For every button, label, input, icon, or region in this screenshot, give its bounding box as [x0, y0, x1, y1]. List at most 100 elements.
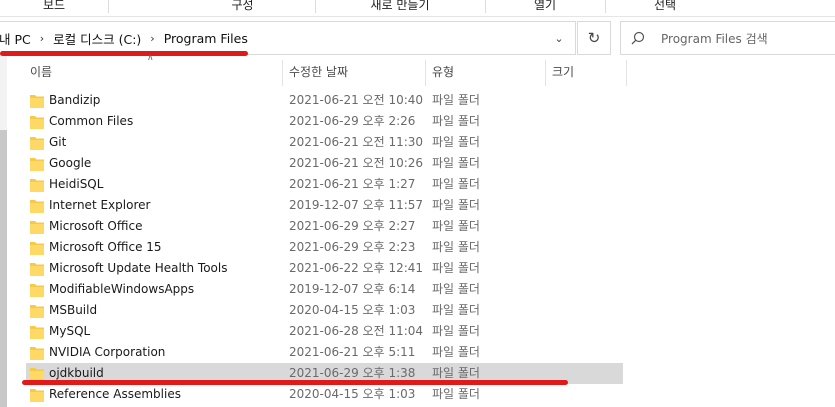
- table-row[interactable]: ModifiableWindowsApps 2019-12-07 오후 6:14 파…: [26, 279, 623, 300]
- table-row[interactable]: Internet Explorer 2019-12-07 오후 11:57 파일 폴…: [26, 195, 623, 216]
- table-row[interactable]: Google 2021-06-21 오전 10:26 파일 폴더: [26, 153, 623, 174]
- file-type: 파일 폴더: [432, 303, 480, 317]
- column-divider[interactable]: [626, 60, 627, 86]
- column-header-type[interactable]: 유형: [432, 56, 542, 86]
- ribbon-group-select[interactable]: 선택: [605, 0, 725, 13]
- file-date: 2021-06-22 오후 12:41: [289, 261, 424, 275]
- file-name: MySQL: [49, 324, 91, 338]
- folder-icon: [30, 263, 44, 276]
- ribbon: 보드 구성 새로 만들기 열기 선택: [0, 0, 835, 17]
- file-name: Google: [49, 156, 92, 170]
- file-name: Microsoft Update Health Tools: [49, 261, 228, 275]
- table-row[interactable]: Git 2021-06-21 오전 11:30 파일 폴더: [26, 132, 623, 153]
- file-name: Microsoft Office 15: [49, 240, 162, 254]
- file-date: 2021-06-21 오후 5:11: [289, 345, 416, 359]
- address-toolbar: 내 PC › 로컬 디스크 (C:) › Program Files ⌄ ↻ P…: [0, 21, 835, 55]
- folder-icon: [30, 368, 44, 381]
- folder-icon: [30, 221, 44, 234]
- table-row[interactable]: Microsoft Office 15 2021-06-29 오후 2:23 파일 …: [26, 237, 623, 258]
- folder-icon: [30, 242, 44, 255]
- file-type: 파일 폴더: [432, 156, 480, 170]
- file-type: 파일 폴더: [432, 345, 480, 359]
- ribbon-group-organize[interactable]: 구성: [170, 0, 316, 13]
- folder-icon: [30, 95, 44, 108]
- column-divider[interactable]: [425, 60, 426, 86]
- table-row[interactable]: Common Files 2021-06-29 오후 2:26 파일 폴더: [26, 111, 623, 132]
- file-name: Internet Explorer: [49, 198, 151, 212]
- folder-icon: [30, 179, 44, 192]
- column-header-name[interactable]: 이름: [30, 56, 280, 86]
- search-box[interactable]: Program Files 검색: [620, 21, 835, 55]
- file-date: 2021-06-29 오후 2:23: [289, 240, 416, 254]
- refresh-button[interactable]: ↻: [577, 21, 611, 55]
- navigation-pane-edge: [0, 56, 7, 407]
- table-row[interactable]: Microsoft Office 2021-06-29 오후 2:27 파일 폴더: [26, 216, 623, 237]
- chevron-down-icon[interactable]: ⌄: [551, 30, 567, 46]
- file-date: 2021-06-21 오전 10:26: [289, 156, 424, 170]
- file-date: 2019-12-07 오후 6:14: [289, 282, 416, 296]
- file-type: 파일 폴더: [432, 261, 480, 275]
- file-name: HeidiSQL: [49, 177, 104, 191]
- column-divider[interactable]: [282, 60, 283, 86]
- file-date: 2019-12-07 오후 11:57: [289, 198, 424, 212]
- folder-icon: [30, 137, 44, 150]
- file-name: Microsoft Office: [49, 219, 143, 233]
- file-date: 2021-06-21 오전 11:30: [289, 135, 424, 149]
- column-header-date[interactable]: 수정한 날짜: [289, 56, 419, 86]
- folder-icon: [30, 116, 44, 129]
- table-row[interactable]: Reference Assemblies 2020-04-15 오후 1:03 파일…: [26, 384, 623, 405]
- file-type: 파일 폴더: [432, 282, 480, 296]
- folder-icon: [30, 389, 44, 402]
- folder-icon: [30, 326, 44, 339]
- file-type: 파일 폴더: [432, 240, 480, 254]
- ribbon-group-open[interactable]: 열기: [485, 0, 606, 13]
- search-icon: [631, 31, 645, 45]
- file-date: 2020-04-15 오후 1:03: [289, 387, 416, 401]
- table-row[interactable]: Microsoft Update Health Tools 2021-06-22 …: [26, 258, 623, 279]
- column-header-size[interactable]: 크기: [552, 56, 622, 86]
- file-date: 2021-06-21 오전 10:40: [289, 93, 424, 107]
- file-type: 파일 폴더: [432, 135, 480, 149]
- ribbon-group-clipboard[interactable]: 보드: [0, 0, 109, 13]
- file-type: 파일 폴더: [432, 324, 480, 338]
- column-divider[interactable]: [545, 60, 546, 86]
- file-name: Git: [49, 135, 67, 149]
- table-row[interactable]: MSBuild 2020-04-15 오후 1:03 파일 폴더: [26, 300, 623, 321]
- table-row[interactable]: MySQL 2021-06-28 오전 11:04 파일 폴더: [26, 321, 623, 342]
- file-name: Reference Assemblies: [49, 387, 181, 401]
- folder-icon: [30, 200, 44, 213]
- file-date: 2021-06-28 오전 11:04: [289, 324, 424, 338]
- chevron-right-icon[interactable]: ›: [150, 32, 154, 45]
- file-name: ModifiableWindowsApps: [49, 282, 195, 296]
- file-name: Common Files: [49, 114, 134, 128]
- file-name: NVIDIA Corporation: [49, 345, 166, 359]
- ribbon-group-new[interactable]: 새로 만들기: [315, 0, 486, 13]
- table-row[interactable]: HeidiSQL 2021-06-21 오후 1:27 파일 폴더: [26, 174, 623, 195]
- file-type: 파일 폴더: [432, 387, 480, 401]
- folder-icon: [30, 284, 44, 297]
- file-type: 파일 폴더: [432, 198, 480, 212]
- file-type: 파일 폴더: [432, 219, 480, 233]
- annotation-underline-selected: [22, 380, 568, 385]
- refresh-icon: ↻: [587, 29, 601, 47]
- table-row[interactable]: NVIDIA Corporation 2021-06-21 오후 5:11 파일 폴…: [26, 342, 623, 363]
- file-type: 파일 폴더: [432, 93, 480, 107]
- breadcrumb-program-files[interactable]: Program Files: [164, 31, 248, 46]
- folder-icon: [30, 305, 44, 318]
- address-bar[interactable]: 내 PC › 로컬 디스크 (C:) › Program Files ⌄: [0, 21, 576, 55]
- file-type: 파일 폴더: [432, 114, 480, 128]
- folder-icon: [30, 158, 44, 171]
- navigation-scrollbar-thumb[interactable]: [0, 130, 7, 407]
- chevron-right-icon[interactable]: ›: [40, 32, 44, 45]
- file-date: 2020-04-15 오후 1:03: [289, 303, 416, 317]
- file-name: MSBuild: [49, 303, 98, 317]
- breadcrumb-this-pc[interactable]: 내 PC: [0, 29, 31, 48]
- file-date: 2021-06-29 오후 2:27: [289, 219, 416, 233]
- folder-icon: [30, 347, 44, 360]
- file-type: 파일 폴더: [432, 177, 480, 191]
- breadcrumb-local-disk[interactable]: 로컬 디스크 (C:): [53, 29, 141, 48]
- table-row[interactable]: Bandizip 2021-06-21 오전 10:40 파일 폴더: [26, 90, 623, 111]
- file-date: 2021-06-21 오후 1:27: [289, 177, 416, 191]
- search-input[interactable]: Program Files 검색: [661, 30, 768, 47]
- file-name: Bandizip: [49, 93, 101, 107]
